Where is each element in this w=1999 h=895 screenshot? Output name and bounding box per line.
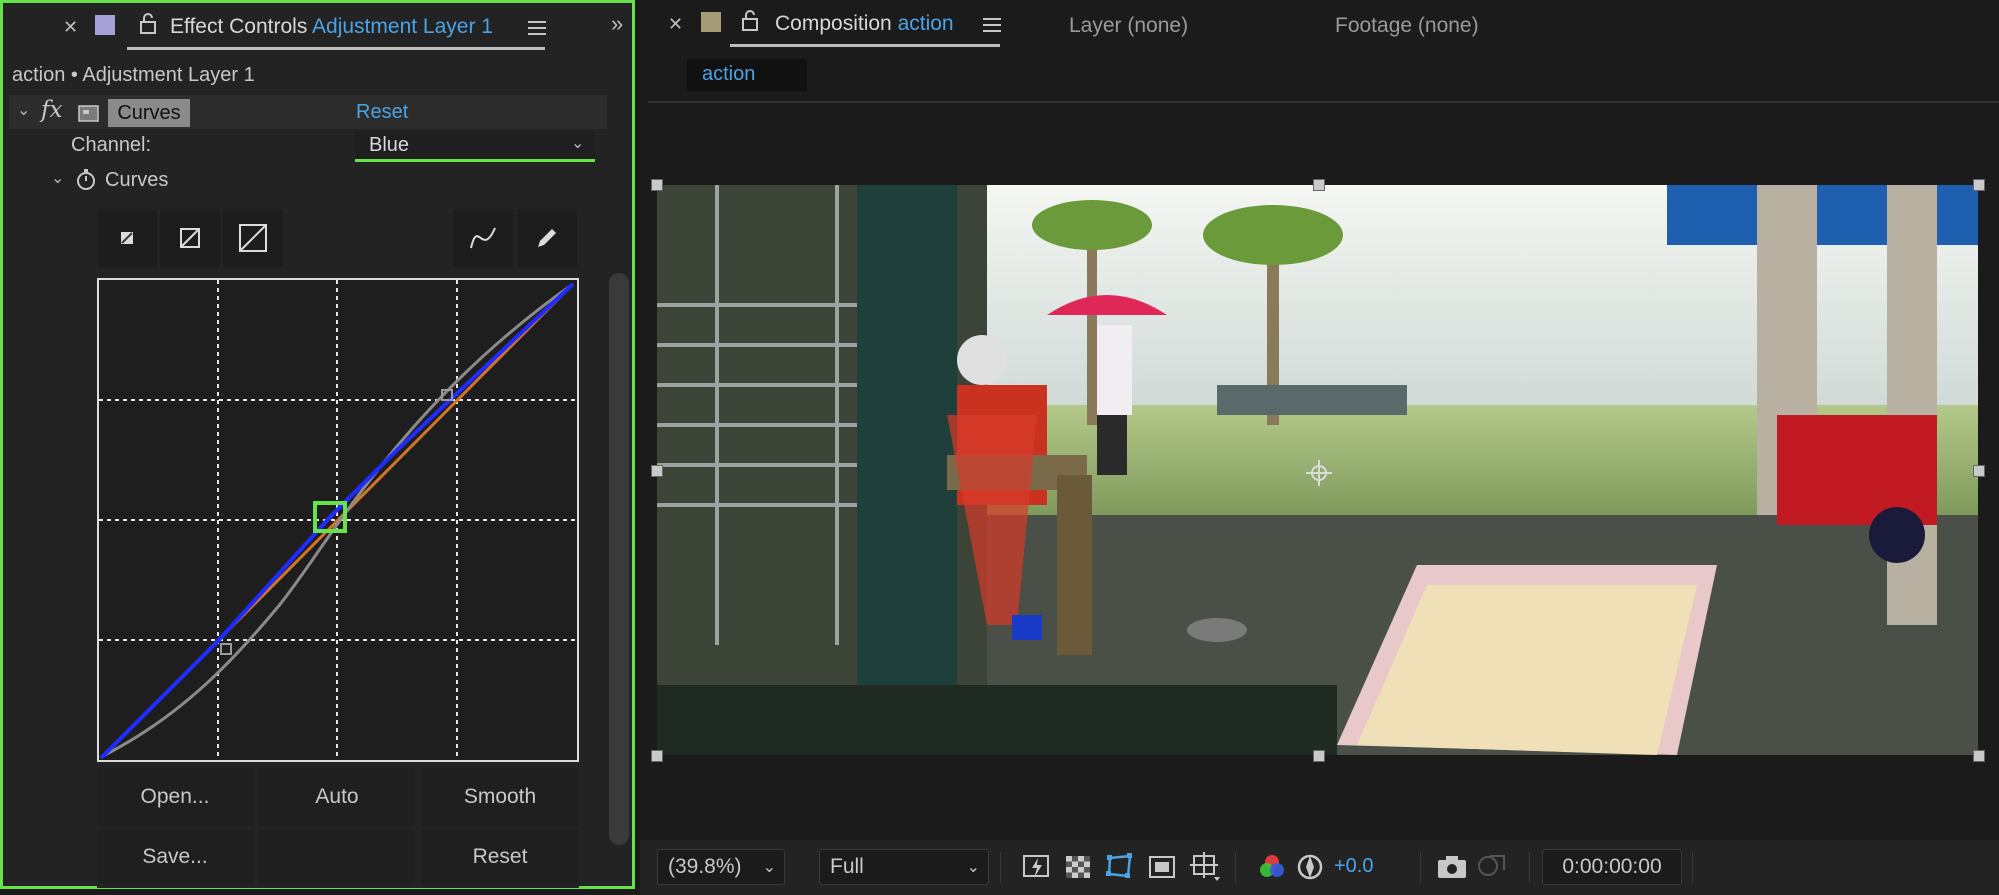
bezier-curve-icon [470, 227, 496, 249]
transform-handle-bottom-right[interactable] [1973, 750, 1985, 762]
stopwatch-icon[interactable] [75, 167, 97, 191]
graph-medium-icon [180, 228, 200, 248]
effect-preset-icon[interactable] [77, 101, 101, 123]
graph-small-icon [121, 232, 133, 244]
region-of-interest-icon[interactable] [1147, 852, 1177, 882]
transform-handle-top-center[interactable] [1313, 179, 1325, 191]
effect-reset-link[interactable]: Reset [356, 101, 408, 124]
composition-sub-tab[interactable]: action [687, 59, 807, 91]
toolbar-separator [1420, 852, 1421, 882]
anchor-point-icon[interactable] [1304, 458, 1334, 488]
smooth-button[interactable]: Smooth [421, 768, 579, 826]
curves-button-grid: Open... Auto Smooth Save... Reset [97, 768, 579, 888]
composition-tab-title[interactable]: Composition action [775, 12, 954, 36]
transform-handle-bottom-center[interactable] [1313, 750, 1325, 762]
panel-menu-icon[interactable] [528, 21, 546, 35]
transform-handle-middle-left[interactable] [651, 465, 663, 477]
empty-button-slot [259, 830, 415, 884]
composition-panel: ✕ Composition action Layer (none) Footag… [640, 0, 1999, 895]
magnification-value: (39.8%) [668, 855, 742, 878]
footage-panel-tab[interactable]: Footage (none) [1335, 14, 1479, 38]
dropdown-chevron-icon: ⌄ [966, 859, 980, 876]
resolution-value: Full [830, 855, 864, 878]
composition-sub-tab-label: action [702, 63, 756, 85]
graph-large-icon [239, 224, 267, 252]
mask-path-visibility-icon[interactable] [1104, 850, 1136, 882]
close-panel-icon[interactable]: ✕ [63, 17, 78, 38]
show-snapshot-icon[interactable] [1476, 850, 1508, 882]
current-time-field[interactable]: 0:00:00:00 [1542, 849, 1682, 885]
lock-icon[interactable] [138, 13, 158, 35]
magnification-dropdown[interactable]: (39.8%) ⌄ [657, 849, 785, 885]
channel-dropdown-value: Blue [369, 134, 410, 156]
camera-snapshot-icon[interactable] [1436, 852, 1468, 882]
breadcrumb: action • Adjustment Layer 1 [12, 64, 255, 86]
expand-panels-icon[interactable]: » [611, 11, 623, 37]
bezier-curve-tool-button[interactable] [453, 209, 513, 267]
toolbar-separator [1000, 852, 1001, 882]
transform-handle-top-left[interactable] [651, 179, 663, 191]
curves-property-label: Curves [105, 169, 169, 191]
resolution-dropdown[interactable]: Full ⌄ [819, 849, 989, 885]
reset-exposure-icon[interactable] [1295, 852, 1325, 882]
panel-tab-title[interactable]: Effect Controls Adjustment Layer 1 [170, 15, 493, 39]
channel-dropdown[interactable]: Blue ⌄ [355, 131, 595, 161]
transform-handle-middle-right[interactable] [1973, 465, 1985, 477]
transform-handle-bottom-left[interactable] [651, 750, 663, 762]
exposure-value[interactable]: +0.0 [1334, 855, 1373, 878]
transparency-grid-icon[interactable] [1063, 852, 1093, 882]
fast-previews-icon[interactable] [1022, 852, 1052, 882]
composition-tab-label: Composition [775, 12, 892, 35]
lock-icon[interactable] [740, 10, 760, 32]
active-tab-underline [730, 44, 1000, 47]
graph-size-medium-button[interactable] [160, 209, 220, 267]
chevron-down-icon[interactable]: ⌄ [17, 100, 30, 120]
close-composition-icon[interactable]: ✕ [668, 14, 683, 35]
tab-layer-name: Adjustment Layer 1 [312, 15, 493, 38]
grid-guides-icon[interactable] [1188, 850, 1222, 884]
transform-handle-top-right[interactable] [1973, 179, 1985, 191]
curves-reset-button[interactable]: Reset [421, 830, 579, 884]
chevron-down-icon[interactable]: ⌄ [51, 168, 64, 188]
toolbar-separator [1235, 852, 1236, 882]
auto-button[interactable]: Auto [259, 768, 415, 826]
channel-label: Channel: [71, 134, 152, 156]
layer-panel-tab[interactable]: Layer (none) [1069, 14, 1188, 38]
viewer-divider [648, 101, 1999, 103]
channel-dropdown-highlight [355, 159, 595, 162]
save-button[interactable]: Save... [97, 830, 253, 884]
tab-title-text: Effect Controls [170, 15, 308, 38]
panel-scrollbar[interactable] [609, 273, 629, 845]
composition-tab-name: action [897, 12, 954, 35]
pencil-tool-button[interactable] [517, 209, 577, 267]
curves-graph[interactable] [97, 278, 579, 762]
effect-controls-panel: ✕ Effect Controls Adjustment Layer 1 » a… [0, 0, 635, 889]
timecode-value: 0:00:00:00 [1562, 855, 1662, 878]
graph-size-large-button[interactable] [223, 209, 283, 267]
pencil-icon [538, 229, 556, 247]
dropdown-chevron-icon: ⌄ [571, 135, 585, 152]
composition-menu-icon[interactable] [983, 18, 1001, 32]
fx-toggle[interactable]: fx [41, 97, 62, 123]
open-button[interactable]: Open... [97, 768, 253, 826]
composition-color-swatch [701, 12, 721, 32]
dropdown-chevron-icon: ⌄ [762, 859, 776, 876]
active-tab-underline [127, 47, 545, 50]
toolbar-separator [1692, 852, 1693, 882]
toolbar-separator [1529, 852, 1530, 882]
show-channel-icon[interactable] [1257, 852, 1287, 882]
panel-color-swatch [95, 15, 115, 35]
graph-size-small-button[interactable] [97, 209, 157, 267]
effect-name-curves[interactable]: Curves [108, 99, 190, 127]
